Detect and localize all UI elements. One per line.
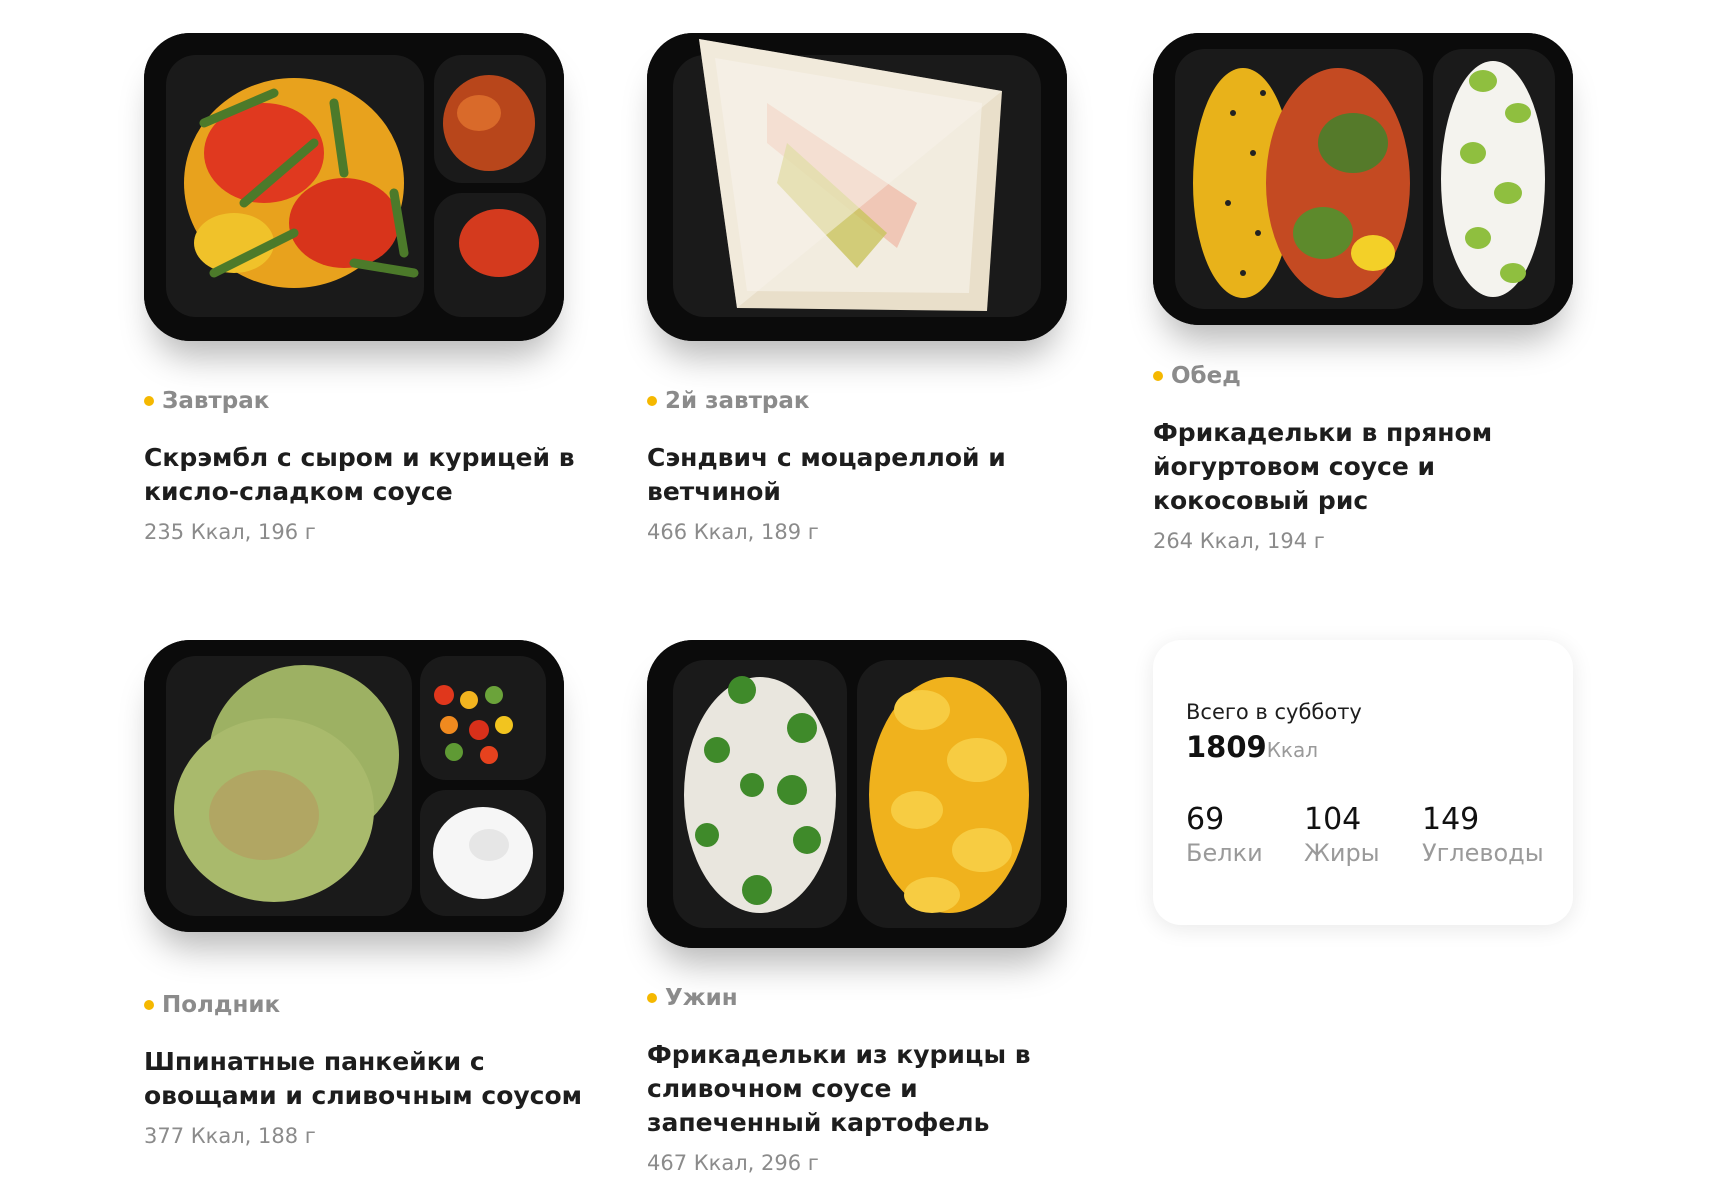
meal-dot-icon [144,1000,154,1010]
dish-card-lunch[interactable]: Обед Фрикадельки в пряном йогуртовом соу… [1153,33,1573,553]
meal-dot-icon [647,396,657,406]
dish-nutrition: 467 Ккал, 296 г [647,1151,819,1175]
meal-type-label: Обед [1153,363,1241,389]
summary-total-unit: Ккал [1266,738,1319,762]
meal-type-label: Ужин [647,985,738,1011]
food-tray-image [647,640,1067,948]
macro-fat: 104 Жиры [1304,802,1380,867]
dish-title[interactable]: Сэндвич с моцареллой и ветчиной [647,441,1087,509]
meal-dot-icon [1153,371,1163,381]
meal-type-text: Полдник [162,992,281,1018]
food-tray-image [144,33,564,341]
meal-type-text: 2й завтрак [665,388,810,414]
meal-type-text: Обед [1171,363,1241,389]
dish-title[interactable]: Шпинатные панкейки с овощами и сливочным… [144,1045,584,1113]
summary-label: Всего в субботу [1186,700,1362,724]
dish-title[interactable]: Фрикадельки из курицы в сливочном соусе … [647,1038,1087,1140]
macro-carbs-label: Углеводы [1422,839,1544,867]
summary-total-value: 1809 [1186,730,1267,764]
dish-card-dinner[interactable]: Ужин Фрикадельки из курицы в сливочном с… [647,640,1067,1180]
macro-carbs-value: 149 [1422,802,1480,837]
daily-summary-card: Всего в субботу 1809Ккал 69 Белки 104 Жи… [1153,640,1573,925]
weekly-menu-page: Завтрак Скрэмбл с сыром и курицей в кисл… [0,0,1712,1188]
macro-protein-label: Белки [1186,839,1263,867]
dish-photo-dinner[interactable] [647,640,1067,948]
dish-card-snack[interactable]: Полдник Шпинатные панкейки с овощами и с… [144,640,582,1160]
dish-nutrition: 466 Ккал, 189 г [647,520,819,544]
dish-card-second-breakfast[interactable]: 2й завтрак Сэндвич с моцареллой и ветчин… [647,33,1067,553]
dish-title[interactable]: Фрикадельки в пряном йогуртовом соусе и … [1153,416,1593,518]
meal-type-label: Полдник [144,992,280,1018]
meal-type-label: 2й завтрак [647,388,810,414]
food-tray-image [647,33,1067,341]
meal-type-text: Ужин [665,985,738,1011]
dish-card-breakfast[interactable]: Завтрак Скрэмбл с сыром и курицей в кисл… [144,33,575,553]
meal-dot-icon [647,993,657,1003]
dish-photo-lunch[interactable] [1153,33,1573,325]
dish-title[interactable]: Скрэмбл с сыром и курицей в кисло-сладко… [144,441,584,509]
dish-photo-breakfast[interactable] [144,33,564,341]
dish-photo-second-breakfast[interactable] [647,33,1067,341]
meal-type-label: Завтрак [144,388,269,414]
dish-nutrition: 377 Ккал, 188 г [144,1124,316,1148]
macro-protein-value: 69 [1186,802,1225,837]
macro-protein: 69 Белки [1186,802,1263,867]
dish-nutrition: 235 Ккал, 196 г [144,520,316,544]
dish-nutrition: 264 Ккал, 194 г [1153,529,1325,553]
meal-type-text: Завтрак [162,388,270,414]
macro-fat-value: 104 [1304,802,1362,837]
macro-carbs: 149 Углеводы [1422,802,1544,867]
summary-total: 1809Ккал [1186,730,1318,764]
food-tray-image [1153,33,1573,325]
dish-photo-snack[interactable] [144,640,564,932]
meal-dot-icon [144,396,154,406]
food-tray-image [144,640,564,932]
macro-fat-label: Жиры [1304,839,1380,867]
